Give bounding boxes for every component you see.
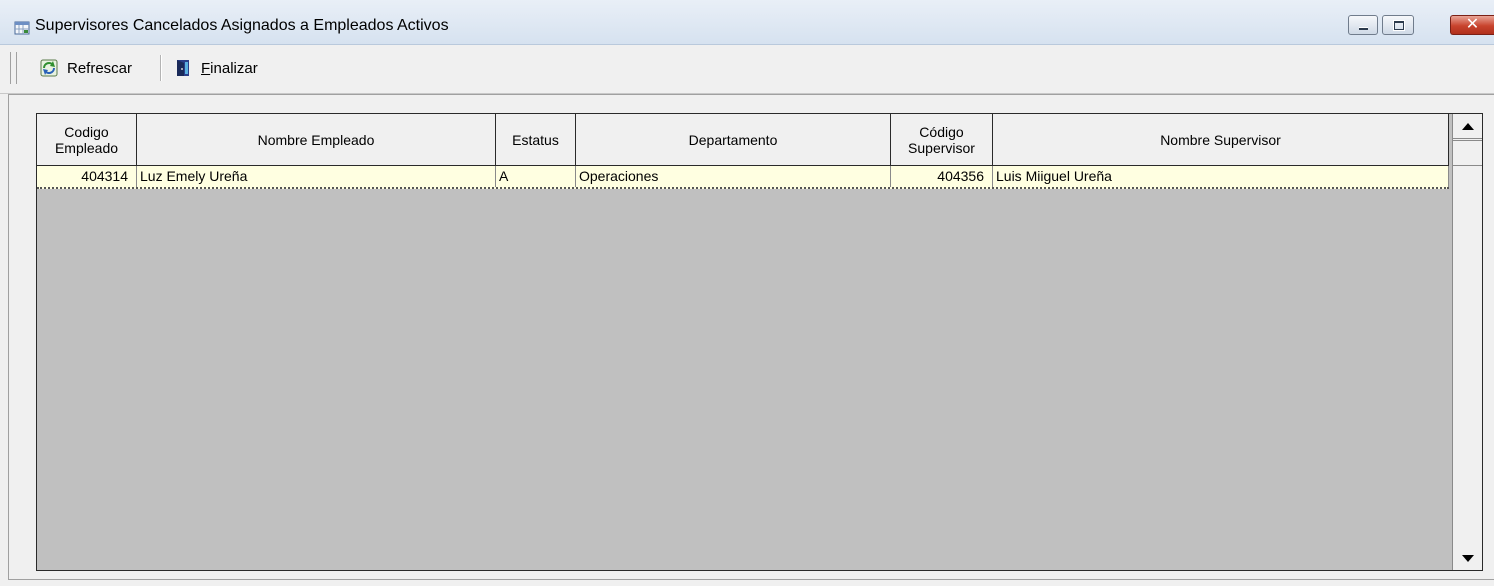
column-header-nombre-empleado[interactable]: Nombre Empleado	[137, 114, 496, 165]
data-grid[interactable]: Codigo Empleado Nombre Empleado Estatus …	[36, 113, 1483, 571]
refresh-label: Refrescar	[67, 59, 133, 77]
arrow-down-icon	[1461, 554, 1474, 562]
table-row[interactable]: 404314 Luz Emely Ureña A Operaciones 404…	[37, 166, 1449, 189]
toolbar-grip[interactable]	[10, 52, 17, 84]
minimize-button[interactable]	[1348, 15, 1378, 35]
scroll-down-button[interactable]	[1453, 546, 1482, 570]
exit-door-icon	[177, 60, 189, 76]
toolbar: Refrescar Finalizar	[0, 45, 1494, 94]
cell-estatus[interactable]: A	[496, 166, 576, 187]
scroll-up-button[interactable]	[1453, 114, 1482, 139]
column-header-estatus[interactable]: Estatus	[496, 114, 576, 165]
window-title: Supervisores Cancelados Asignados a Empl…	[35, 17, 449, 34]
cell-codigo-empleado[interactable]: 404314	[37, 166, 137, 187]
cell-codigo-supervisor[interactable]: 404356	[891, 166, 993, 187]
restore-button[interactable]	[1382, 15, 1414, 35]
grid-header: Codigo Empleado Nombre Empleado Estatus …	[37, 114, 1449, 166]
title-bar: Supervisores Cancelados Asignados a Empl…	[0, 0, 1494, 45]
toolbar-separator	[160, 55, 162, 81]
column-header-codigo-supervisor[interactable]: Código Supervisor	[891, 114, 993, 165]
refresh-icon	[40, 59, 58, 77]
calendar-grid-icon	[14, 21, 30, 35]
finish-button[interactable]: Finalizar	[174, 55, 258, 81]
column-header-departamento[interactable]: Departamento	[576, 114, 891, 165]
finish-label: Finalizar	[201, 59, 258, 77]
column-header-nombre-supervisor[interactable]: Nombre Supervisor	[993, 114, 1449, 165]
cell-nombre-empleado[interactable]: Luz Emely Ureña	[137, 166, 496, 187]
arrow-up-icon	[1461, 122, 1474, 130]
column-header-codigo-empleado[interactable]: Codigo Empleado	[37, 114, 137, 165]
refresh-button[interactable]: Refrescar	[40, 55, 132, 81]
close-icon: ✕	[1465, 14, 1480, 33]
scroll-thumb[interactable]	[1453, 140, 1482, 166]
close-button[interactable]: ✕	[1450, 14, 1494, 35]
cell-departamento[interactable]: Operaciones	[576, 166, 891, 187]
vertical-scrollbar[interactable]	[1452, 114, 1482, 570]
cell-nombre-supervisor[interactable]: Luis Miiguel Ureña	[993, 166, 1449, 187]
